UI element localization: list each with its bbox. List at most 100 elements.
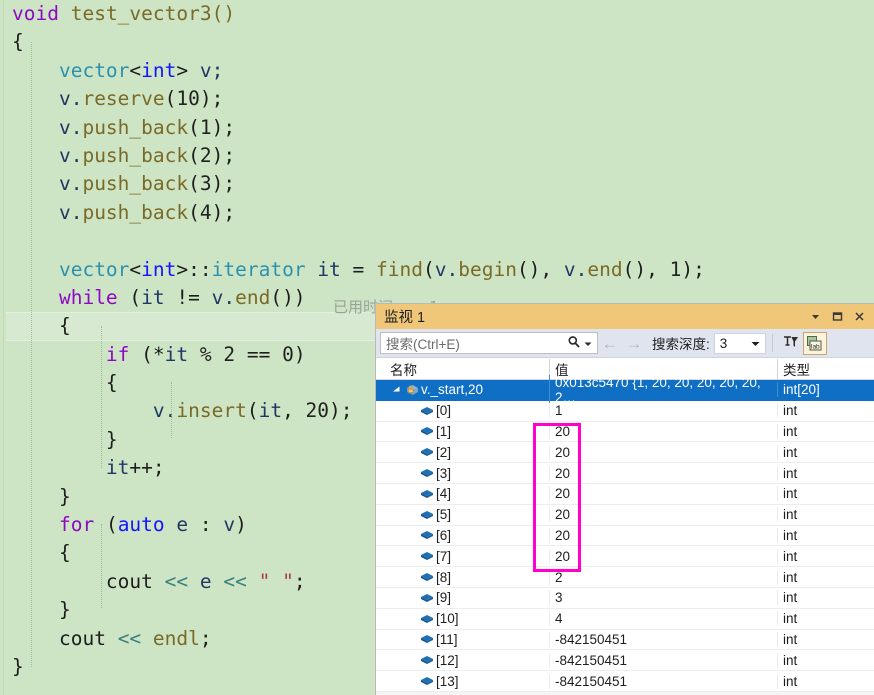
code-token: ++; bbox=[129, 456, 165, 480]
table-row[interactable]: [4] 20 int bbox=[376, 484, 874, 505]
table-row[interactable]: [8] 2 int bbox=[376, 567, 874, 588]
code-token: ( bbox=[94, 513, 118, 537]
code-token: = bbox=[340, 257, 377, 281]
code-token: while bbox=[58, 285, 118, 309]
code-line[interactable]: v.push_back(4); bbox=[6, 199, 705, 227]
cell-type: int bbox=[777, 631, 873, 647]
code-line[interactable]: { bbox=[6, 28, 705, 56]
code-token: ( bbox=[188, 143, 200, 167]
code-token: v. bbox=[58, 115, 83, 139]
watch-grid-body[interactable]: v._start,20 0x013c5470 {1, 20, 20, 20, 20… bbox=[376, 374, 874, 692]
indent-guide bbox=[171, 382, 173, 438]
column-header-type[interactable]: 类型 bbox=[777, 358, 873, 379]
table-row[interactable]: [13] -842150451 int bbox=[376, 671, 874, 692]
code-line[interactable]: v.push_back(1); bbox=[6, 114, 705, 142]
code-token: ( bbox=[164, 87, 177, 111]
close-button-icon[interactable] bbox=[848, 307, 870, 327]
search-input[interactable]: 搜索(Ctrl+E) bbox=[380, 332, 598, 354]
code-token: it bbox=[105, 456, 130, 480]
cell-value[interactable]: 20 bbox=[549, 507, 777, 523]
cell-value[interactable]: 3 bbox=[549, 590, 777, 606]
search-prev-button[interactable]: ← bbox=[598, 335, 622, 352]
code-token: < bbox=[129, 257, 142, 281]
cell-value[interactable]: 20 bbox=[549, 444, 777, 460]
table-row[interactable]: [7] 20 int bbox=[376, 546, 874, 568]
code-line[interactable]: v.reserve(10); bbox=[6, 85, 705, 113]
cell-name[interactable]: [4] bbox=[376, 486, 549, 501]
expander-triangle-icon[interactable] bbox=[390, 385, 403, 394]
table-row[interactable]: [6] 20 int bbox=[376, 526, 874, 547]
table-row[interactable]: [9] 3 int bbox=[376, 588, 874, 609]
editor-left-margin bbox=[0, 0, 4, 695]
cell-value[interactable]: 20 bbox=[549, 465, 777, 481]
cell-value[interactable]: 1 bbox=[549, 403, 777, 419]
cell-value[interactable]: 4 bbox=[549, 611, 777, 627]
table-row[interactable]: v._start,20 0x013c5470 {1, 20, 20, 20, 20… bbox=[376, 374, 874, 405]
code-line[interactable]: vector<int>::iterator it = find(v.begin(… bbox=[6, 256, 705, 284]
cell-name[interactable]: [5] bbox=[376, 507, 549, 522]
table-row[interactable]: [10] 4 int bbox=[376, 609, 874, 630]
chevron-down-icon[interactable] bbox=[751, 336, 765, 351]
indent-guide bbox=[101, 326, 103, 468]
code-token: " " bbox=[258, 569, 294, 593]
cell-value[interactable]: 2 bbox=[549, 569, 777, 585]
search-depth-select[interactable]: 3 bbox=[713, 332, 766, 354]
filter-pin-icon[interactable] bbox=[779, 332, 803, 355]
code-token: ); bbox=[211, 143, 236, 167]
code-line[interactable]: void test_vector3() bbox=[6, 0, 705, 28]
cell-value[interactable]: 20 bbox=[549, 527, 777, 543]
cell-name[interactable]: [3] bbox=[376, 466, 549, 481]
watch-window[interactable]: 监视 1 搜索(Ctrl+E) ← → 搜索深度: 3 lab 名称 值 类型 … bbox=[375, 303, 874, 695]
search-options-dropdown-icon[interactable] bbox=[581, 336, 594, 351]
search-next-button[interactable]: → bbox=[622, 335, 646, 352]
code-line[interactable]: v.push_back(3); bbox=[6, 170, 705, 198]
code-token: ); bbox=[199, 87, 224, 111]
row-name-text: [5] bbox=[436, 507, 452, 523]
cell-name[interactable]: [10] bbox=[376, 611, 549, 626]
search-icon[interactable] bbox=[567, 335, 581, 352]
cell-name[interactable]: [2] bbox=[376, 445, 549, 460]
column-header-name[interactable]: 名称 bbox=[376, 359, 549, 379]
cell-name[interactable]: [7] bbox=[376, 549, 549, 564]
cell-name[interactable]: v._start,20 bbox=[376, 382, 549, 397]
cell-value[interactable]: -842150451 bbox=[549, 673, 777, 689]
cell-value[interactable]: -842150451 bbox=[549, 652, 777, 668]
code-line[interactable]: v.push_back(2); bbox=[6, 142, 705, 170]
cell-value[interactable]: -842150451 bbox=[549, 631, 777, 647]
table-row[interactable]: [1] 20 int bbox=[376, 422, 874, 443]
code-line[interactable]: vector<int> v; bbox=[6, 57, 705, 85]
cell-value[interactable]: 20 bbox=[549, 486, 777, 502]
cell-name[interactable]: [12] bbox=[376, 653, 549, 668]
cell-name[interactable]: [9] bbox=[376, 590, 549, 605]
table-row[interactable]: [2] 20 int bbox=[376, 442, 874, 464]
watch-toolbar[interactable]: 搜索(Ctrl+E) ← → 搜索深度: 3 lab bbox=[376, 329, 874, 358]
cell-value[interactable]: 0x013c5470 {1, 20, 20, 20, 20, 20, 2… bbox=[549, 374, 777, 405]
code-token: v bbox=[223, 513, 236, 537]
code-token: , bbox=[282, 399, 306, 423]
table-row[interactable]: [11] -842150451 int bbox=[376, 630, 874, 651]
cell-name[interactable]: [13] bbox=[376, 674, 549, 689]
code-line[interactable] bbox=[6, 227, 705, 255]
cell-name[interactable]: [1] bbox=[376, 424, 549, 439]
table-row[interactable]: [5] 20 int bbox=[376, 505, 874, 526]
cell-name[interactable]: [11] bbox=[376, 632, 549, 647]
table-row[interactable]: [12] -842150451 int bbox=[376, 650, 874, 672]
table-row[interactable]: [3] 20 int bbox=[376, 463, 874, 484]
cell-value[interactable]: 20 bbox=[549, 548, 777, 564]
watch-title-bar[interactable]: 监视 1 bbox=[376, 304, 874, 329]
maximize-button-icon[interactable] bbox=[826, 307, 848, 327]
code-token: endl bbox=[152, 626, 200, 650]
cell-name[interactable]: [0] bbox=[376, 403, 549, 418]
variable-window-icon[interactable]: lab bbox=[802, 331, 827, 355]
table-row[interactable]: [0] 1 int bbox=[376, 401, 874, 422]
cell-name[interactable]: [6] bbox=[376, 528, 549, 543]
cell-value[interactable]: 20 bbox=[549, 423, 777, 439]
window-menu-dropdown-icon[interactable] bbox=[804, 307, 826, 327]
cell-name[interactable]: [8] bbox=[376, 570, 549, 585]
